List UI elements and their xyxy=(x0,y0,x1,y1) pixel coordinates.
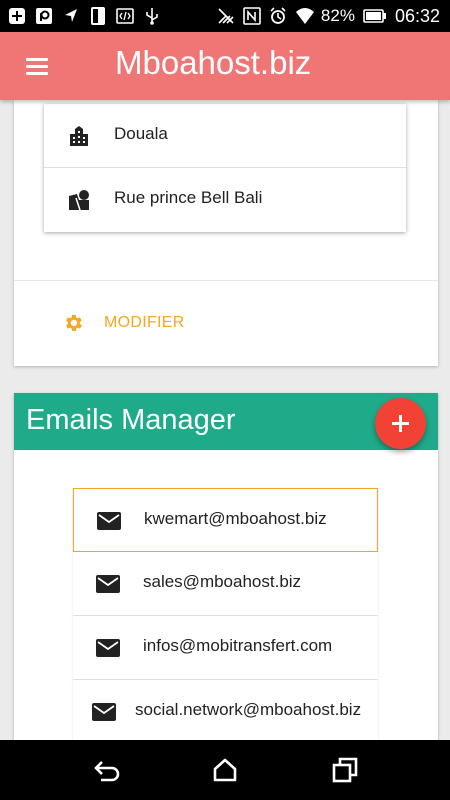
emails-manager-title: Emails Manager xyxy=(26,404,236,436)
add-email-button[interactable] xyxy=(375,398,426,449)
phone-icon xyxy=(89,7,107,25)
back-icon xyxy=(92,761,120,788)
emails-manager-header: Emails Manager xyxy=(14,393,438,450)
address-city-item[interactable]: Douala xyxy=(44,104,406,168)
email-icon xyxy=(95,638,121,658)
navigation-bar xyxy=(0,740,450,800)
nfc-icon xyxy=(243,7,261,25)
address-street-label: Rue prince Bell Bali xyxy=(114,188,263,207)
alarm-icon xyxy=(269,7,287,25)
email-item[interactable]: kwemart@mboahost.biz xyxy=(73,488,378,552)
menu-icon-bar xyxy=(26,65,48,68)
emails-manager-card: Emails Manager kwemart@mboahost.biz sale… xyxy=(14,393,438,753)
signal-off-icon xyxy=(217,7,235,25)
menu-button[interactable] xyxy=(18,52,58,82)
battery-icon xyxy=(363,7,387,25)
address-city-label: Douala xyxy=(114,124,168,143)
email-address: sales@mboahost.biz xyxy=(143,572,302,591)
place-icon xyxy=(68,189,90,211)
email-address: social.network@mboahost.biz xyxy=(135,700,362,719)
back-button[interactable] xyxy=(92,756,120,784)
home-button[interactable] xyxy=(211,756,239,784)
plus-icon xyxy=(8,7,26,25)
email-icon xyxy=(96,511,122,531)
email-address: infos@mobitransfert.com xyxy=(143,636,333,655)
email-item[interactable]: sales@mboahost.biz xyxy=(73,552,378,616)
email-item[interactable]: infos@mobitransfert.com xyxy=(73,616,378,680)
wifi-icon xyxy=(295,7,314,25)
recents-button[interactable] xyxy=(331,756,359,784)
usb-icon xyxy=(143,7,161,25)
home-icon xyxy=(211,758,239,788)
app-title: Mboahost.biz xyxy=(115,44,312,81)
address-street-item[interactable]: Rue prince Bell Bali xyxy=(44,168,406,232)
status-bar: 82% 06:32 xyxy=(0,0,450,32)
email-address: kwemart@mboahost.biz xyxy=(144,509,327,528)
navigation-icon xyxy=(62,7,80,25)
clock: 06:32 xyxy=(394,5,440,26)
email-icon xyxy=(91,702,117,722)
battery-percent: 82% xyxy=(320,6,355,25)
address-list: Douala Rue prince Bell Bali xyxy=(44,104,406,232)
menu-icon xyxy=(26,58,48,61)
divider xyxy=(14,280,438,281)
address-card: Douala Rue prince Bell Bali MODIFIER xyxy=(14,100,438,366)
app-bar: Mboahost.biz xyxy=(0,32,450,100)
modify-button-label: MODIFIER xyxy=(104,314,185,331)
email-item[interactable]: social.network@mboahost.biz xyxy=(73,680,378,744)
modify-button[interactable]: MODIFIER xyxy=(62,308,185,338)
menu-icon-bar xyxy=(26,72,48,75)
email-icon xyxy=(95,574,121,594)
email-list: kwemart@mboahost.biz sales@mboahost.biz … xyxy=(73,488,378,753)
rounded-square-icon xyxy=(35,7,53,25)
recents-icon xyxy=(331,757,359,788)
gear-icon xyxy=(62,312,84,334)
plus-icon-vertical xyxy=(399,415,402,432)
city-icon xyxy=(68,125,90,147)
code-icon xyxy=(116,7,134,25)
